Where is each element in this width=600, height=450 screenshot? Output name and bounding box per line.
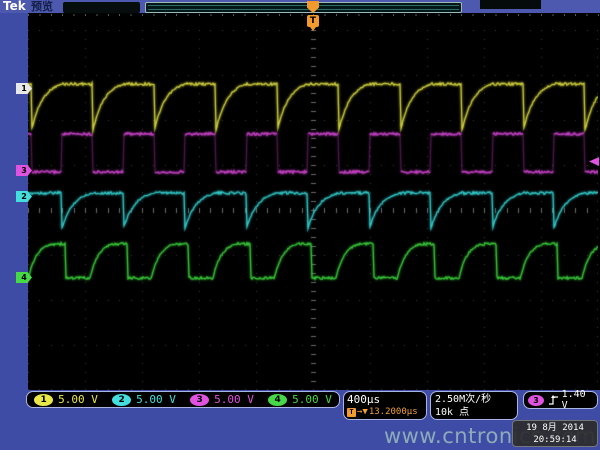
waveform-canvas bbox=[28, 30, 598, 390]
record-bar-line bbox=[148, 9, 459, 10]
header-panel-left bbox=[63, 2, 140, 13]
record-length: 10k 点 bbox=[435, 406, 513, 419]
channel-3-readout: 3 5.00 V bbox=[183, 393, 261, 406]
trigger-position-value: 13.2000μs bbox=[369, 406, 418, 418]
timebase-readout: 400μs T→▼13.2000μs bbox=[343, 391, 427, 420]
display-area bbox=[28, 13, 600, 390]
record-bar-line bbox=[148, 5, 459, 6]
trigger-t-flag-icon: T bbox=[307, 15, 319, 27]
rising-edge-icon bbox=[548, 394, 558, 406]
channel-4-readout: 4 5.00 V bbox=[261, 393, 339, 406]
datetime-box: 19 8月 2014 20:59:14 bbox=[512, 420, 598, 447]
date-value: 19 8月 2014 bbox=[513, 422, 597, 434]
trigger-source-badge: 3 bbox=[528, 395, 544, 406]
timebase-scale: 400μs bbox=[347, 393, 423, 406]
time-value: 20:59:14 bbox=[513, 434, 597, 446]
trigger-t-icon: T bbox=[347, 408, 356, 417]
brand-logo: Tek bbox=[3, 0, 26, 13]
channel-readout-bar: 1 5.00 V 2 5.00 V 3 5.00 V 4 5.00 V bbox=[26, 391, 340, 408]
trigger-position-arrow-icon: →▼ bbox=[357, 406, 368, 418]
trigger-level-value: 1.40 V bbox=[562, 389, 593, 411]
sample-rate: 2.50M次/秒 bbox=[435, 393, 513, 406]
channel-2-scale: 5.00 V bbox=[136, 393, 176, 406]
acquisition-status: 预览 bbox=[31, 0, 53, 13]
channel-3-scale: 5.00 V bbox=[214, 393, 254, 406]
channel-2-readout: 2 5.00 V bbox=[105, 393, 183, 406]
trigger-position-readout: T→▼13.2000μs bbox=[347, 406, 423, 418]
channel-4-scale: 5.00 V bbox=[292, 393, 332, 406]
channel-1-scale: 5.00 V bbox=[58, 393, 98, 406]
channel-4-badge: 4 bbox=[268, 394, 287, 406]
channel-1-readout: 1 5.00 V bbox=[27, 393, 105, 406]
header-panel-right bbox=[480, 0, 541, 9]
oscilloscope-screen: Tek 预览 T 1 3 2 4 1 5.00 V 2 5.00 V 3 5.00 V… bbox=[0, 0, 600, 450]
trigger-readout: 3 1.40 V bbox=[523, 391, 598, 409]
acquisition-readout: 2.50M次/秒 10k 点 bbox=[430, 391, 518, 420]
header-bar: Tek 预览 bbox=[0, 0, 600, 13]
channel-3-badge: 3 bbox=[190, 394, 209, 406]
channel-2-badge: 2 bbox=[112, 394, 131, 406]
record-view-bar bbox=[145, 2, 462, 13]
channel-1-badge: 1 bbox=[34, 394, 53, 406]
